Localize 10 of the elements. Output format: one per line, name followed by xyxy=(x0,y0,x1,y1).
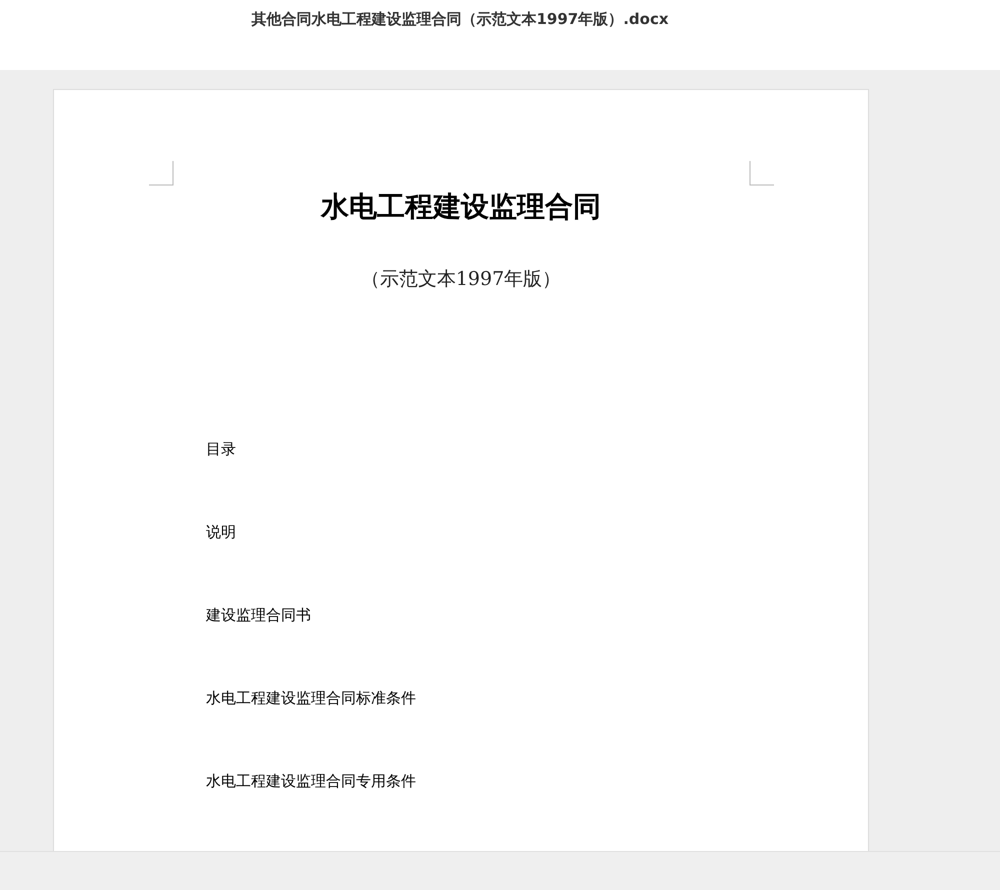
corner-mark-icon xyxy=(749,161,774,186)
window-title: 其他合同水电工程建设监理合同（示范文本1997年版）.docx xyxy=(251,10,669,30)
contents-entry: 建设监理合同书 xyxy=(206,605,312,626)
contents-entry: 说明 xyxy=(206,522,237,543)
contents-entry: 水电工程建设监理合同专用条件 xyxy=(206,771,417,792)
contents-entry: 目录 xyxy=(206,439,237,460)
contents-entry: 水电工程建设监理合同标准条件 xyxy=(206,688,417,709)
document-subtitle: （示范文本1997年版） xyxy=(360,267,562,292)
corner-mark-icon xyxy=(149,161,174,186)
document-title: 水电工程建设监理合同 xyxy=(321,189,601,225)
